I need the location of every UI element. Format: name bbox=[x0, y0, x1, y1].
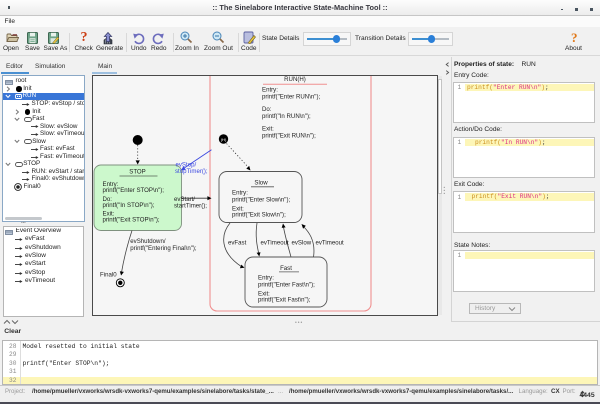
svg-text:STOP: STOP bbox=[129, 169, 145, 176]
svg-text:Final0: Final0 bbox=[100, 271, 117, 278]
svg-text:evTimeout: evTimeout bbox=[261, 240, 290, 247]
svg-text:startTimer();: startTimer(); bbox=[174, 203, 207, 210]
svg-text:Exit:: Exit: bbox=[262, 126, 274, 133]
svg-text:Do:: Do: bbox=[262, 106, 272, 113]
svg-text:(H): (H) bbox=[221, 137, 227, 142]
svg-text:Entry:: Entry: bbox=[232, 190, 248, 197]
svg-text:evSlow: evSlow bbox=[292, 240, 312, 247]
svg-text:evShutdown/: evShutdown/ bbox=[130, 238, 166, 245]
svg-text:RUN(H): RUN(H) bbox=[284, 76, 306, 83]
svg-text:Entry:: Entry: bbox=[258, 275, 274, 282]
svg-text:printf("Exit RUN\n");: printf("Exit RUN\n"); bbox=[262, 133, 316, 140]
svg-text:evFast: evFast bbox=[228, 240, 247, 247]
svg-text:printf("In RUN\n");: printf("In RUN\n"); bbox=[262, 113, 311, 120]
svg-text:printf("Exit STOP\n");: printf("Exit STOP\n"); bbox=[103, 217, 160, 224]
svg-text:Fast: Fast bbox=[280, 265, 292, 272]
svg-text:printf("In STOP\n");: printf("In STOP\n"); bbox=[103, 202, 155, 209]
svg-text:printf("Enter STOP\n");: printf("Enter STOP\n"); bbox=[103, 187, 165, 194]
svg-text:printf("Exit Fast\n");: printf("Exit Fast\n"); bbox=[258, 297, 311, 304]
svg-text:printf("Entering Final\n");: printf("Entering Final\n"); bbox=[130, 245, 197, 252]
svg-text:stopTimer();: stopTimer(); bbox=[175, 168, 208, 175]
svg-text:printf("Enter Slow\n");: printf("Enter Slow\n"); bbox=[232, 197, 290, 204]
svg-text:printf("Exit Slow\n");: printf("Exit Slow\n"); bbox=[232, 212, 286, 219]
svg-text:evTimeout: evTimeout bbox=[316, 240, 345, 247]
svg-text:Entry:: Entry: bbox=[262, 87, 278, 94]
svg-text:Slow: Slow bbox=[254, 179, 268, 186]
svg-text:printf("Enter RUN\n");: printf("Enter RUN\n"); bbox=[262, 94, 320, 101]
svg-text:printf("Enter Fast\n");: printf("Enter Fast\n"); bbox=[258, 282, 315, 289]
